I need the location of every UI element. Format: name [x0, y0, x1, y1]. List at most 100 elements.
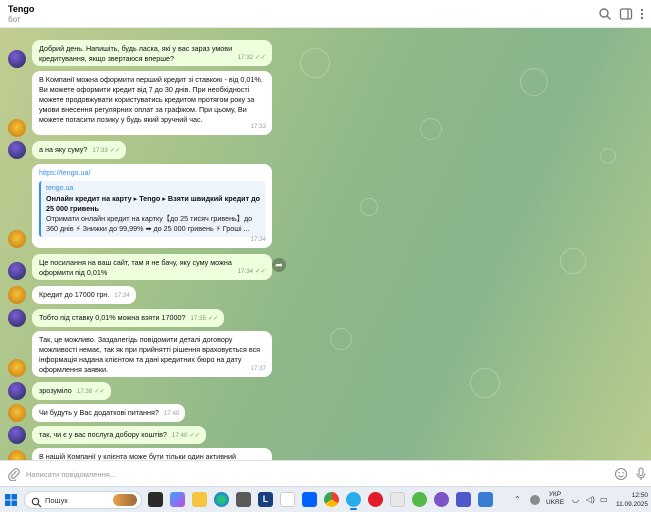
avatar[interactable] — [8, 50, 26, 68]
message-bubble[interactable]: В нашій Компанії у клієнта може бути тіл… — [32, 448, 272, 460]
read-check-icon: ✓✓ — [109, 147, 121, 154]
battery-icon[interactable]: ▭ — [600, 495, 610, 505]
windows-start-icon[interactable] — [4, 493, 18, 507]
chat-header: Tengo бот — [0, 0, 651, 28]
read-check-icon: ✓✓ — [207, 315, 219, 322]
message-bubble[interactable]: В Компанії можна оформити перший кредит … — [32, 71, 272, 135]
teams-icon[interactable] — [456, 492, 471, 507]
wifi-icon[interactable]: ◡ — [572, 495, 582, 505]
task-view-icon[interactable] — [148, 492, 163, 507]
paperclip-icon[interactable] — [7, 467, 21, 482]
message-bubble[interactable]: Чи будуть у Вас додаткові питання? 17:40 — [32, 404, 186, 422]
app-l-icon[interactable]: L — [258, 492, 273, 507]
message-text: Добрий день. Напишіть, будь ласка, які у… — [39, 44, 233, 63]
search-icon[interactable] — [598, 7, 612, 21]
avatar[interactable] — [8, 359, 26, 377]
viber-icon[interactable] — [434, 492, 449, 507]
message-text: так, чи є у вас послуга добору коштів? — [39, 430, 167, 439]
app-icon[interactable] — [478, 492, 493, 507]
link-preview[interactable]: tengo.ua Онлайн кредит на карту ▸ Tengo … — [39, 181, 266, 237]
avatar[interactable] — [8, 119, 26, 137]
message-bubble[interactable]: зрозуміло 17:38 ✓✓ — [32, 382, 111, 400]
message-composer — [0, 460, 651, 486]
message-text: Кредит до 17000 грн. — [39, 290, 110, 299]
avatar[interactable] — [8, 382, 26, 400]
emoji-icon[interactable] — [614, 467, 628, 481]
message-row: Чи будуть у Вас додаткові питання? 17:40 — [8, 404, 648, 422]
message-bubble[interactable]: Кредит до 17000 грн. 17:34 — [32, 286, 136, 304]
message-time: 17:37 — [250, 365, 266, 372]
message-row: В Компанії можна оформити перший кредит … — [8, 71, 648, 137]
message-time: 17:35 — [190, 315, 206, 322]
message-bubble[interactable]: https://tengo.ua/ tengo.ua Онлайн кредит… — [32, 164, 272, 248]
message-time: 17:33 — [92, 147, 108, 154]
message-input[interactable] — [26, 466, 596, 482]
preview-site: tengo.ua — [46, 185, 74, 192]
clock[interactable]: 12:50 11.09.2025 — [612, 491, 648, 512]
telegram-icon[interactable] — [346, 492, 361, 510]
avatar[interactable] — [8, 141, 26, 159]
message-bubble[interactable]: Тобто під ставку 0,01% можна взяти 17000… — [32, 309, 225, 327]
store-icon[interactable] — [236, 492, 251, 507]
cloud-icon[interactable] — [530, 495, 540, 505]
message-time: 17:34 — [250, 236, 266, 243]
message-bubble[interactable]: Добрий день. Напишіть, будь ласка, які у… — [32, 40, 272, 66]
message-row: а на яку суму? 17:33 ✓✓ — [8, 141, 648, 159]
message-row: Добрий день. Напишіть, будь ласка, які у… — [8, 40, 648, 68]
message-time: 17:40 — [171, 432, 188, 439]
message-row: В нашій Компанії у клієнта може бути тіл… — [8, 448, 648, 460]
volume-icon[interactable]: ◁) — [586, 495, 596, 505]
message-row: так, чи є у вас послуга добору коштів? 17… — [8, 426, 648, 444]
message-bubble[interactable]: а на яку суму? 17:33 ✓✓ — [32, 141, 127, 159]
avatar[interactable] — [8, 262, 26, 280]
copilot-icon[interactable] — [170, 492, 185, 507]
message-text: Так, це можливо. Заздалегідь повідомити … — [39, 335, 261, 374]
message-time: 17:32 — [237, 54, 254, 61]
message-row: Це посилання на ваш сайт, там я не бачу,… — [8, 254, 648, 280]
opera-icon[interactable] — [368, 492, 383, 507]
sidebar-toggle-icon[interactable] — [619, 7, 633, 21]
clock-time: 12:50 — [631, 492, 648, 499]
search-icon — [31, 495, 42, 508]
message-text: Чи будуть у Вас додаткові питання? — [39, 408, 159, 417]
message-bubble[interactable]: Так, це можливо. Заздалегідь повідомити … — [32, 331, 272, 377]
message-time: 17:40 — [163, 410, 180, 417]
more-icon[interactable] — [638, 7, 646, 21]
chevron-up-icon[interactable]: ⌃ — [514, 495, 524, 505]
message-row: Так, це можливо. Заздалегідь повідомити … — [8, 331, 648, 377]
message-text: зрозуміло — [39, 386, 72, 395]
grid-app-icon[interactable] — [280, 492, 295, 507]
avatar[interactable] — [8, 450, 26, 460]
message-time: 17:34 — [237, 268, 254, 275]
chat-title[interactable]: Tengo — [8, 4, 34, 14]
message-row: Кредит до 17000 грн. 17:34 — [8, 286, 648, 304]
chat-messages[interactable]: Добрий день. Напишіть, будь ласка, які у… — [0, 28, 651, 460]
message-link[interactable]: https://tengo.ua/ — [39, 168, 266, 178]
taskbar-search[interactable]: Пошук — [24, 491, 142, 509]
avatar[interactable] — [8, 404, 26, 422]
dropbox-icon[interactable] — [302, 492, 317, 507]
avatar[interactable] — [8, 286, 26, 304]
message-text: Це посилання на ваш сайт, там я не бачу,… — [39, 258, 232, 277]
message-row: зрозуміло 17:38 ✓✓ — [8, 382, 648, 400]
message-row: https://tengo.ua/ tengo.ua Онлайн кредит… — [8, 164, 648, 248]
avatar[interactable] — [8, 426, 26, 444]
file-explorer-icon[interactable] — [192, 492, 207, 507]
avatar[interactable] — [8, 309, 26, 327]
utorrent-icon[interactable] — [412, 492, 427, 507]
read-check-icon: ✓✓ — [255, 268, 266, 275]
message-bubble[interactable]: Це посилання на ваш сайт, там я не бачу,… — [32, 254, 272, 280]
message-bubble[interactable]: так, чи є у вас послуга добору коштів? 17… — [32, 426, 206, 444]
blank-app-icon[interactable] — [390, 492, 405, 507]
microphone-icon[interactable] — [635, 467, 647, 481]
edge-icon[interactable] — [214, 492, 229, 507]
chat-subtitle: бот — [8, 15, 21, 24]
lang-layout: UKRE — [546, 499, 565, 506]
read-check-icon: ✓✓ — [94, 388, 105, 395]
language-indicator[interactable]: УКР UKRE — [546, 491, 564, 512]
avatar[interactable] — [8, 230, 26, 248]
chrome-icon[interactable] — [324, 492, 339, 507]
read-check-icon: ✓✓ — [189, 432, 200, 439]
preview-title: Онлайн кредит на карту ▸ Tengo ▸ Взяти ш… — [46, 194, 261, 213]
taskbar: Пошук L ⌃ УКР UKRE ◡ ◁) ▭ 12:50 11.09.20… — [0, 486, 651, 512]
